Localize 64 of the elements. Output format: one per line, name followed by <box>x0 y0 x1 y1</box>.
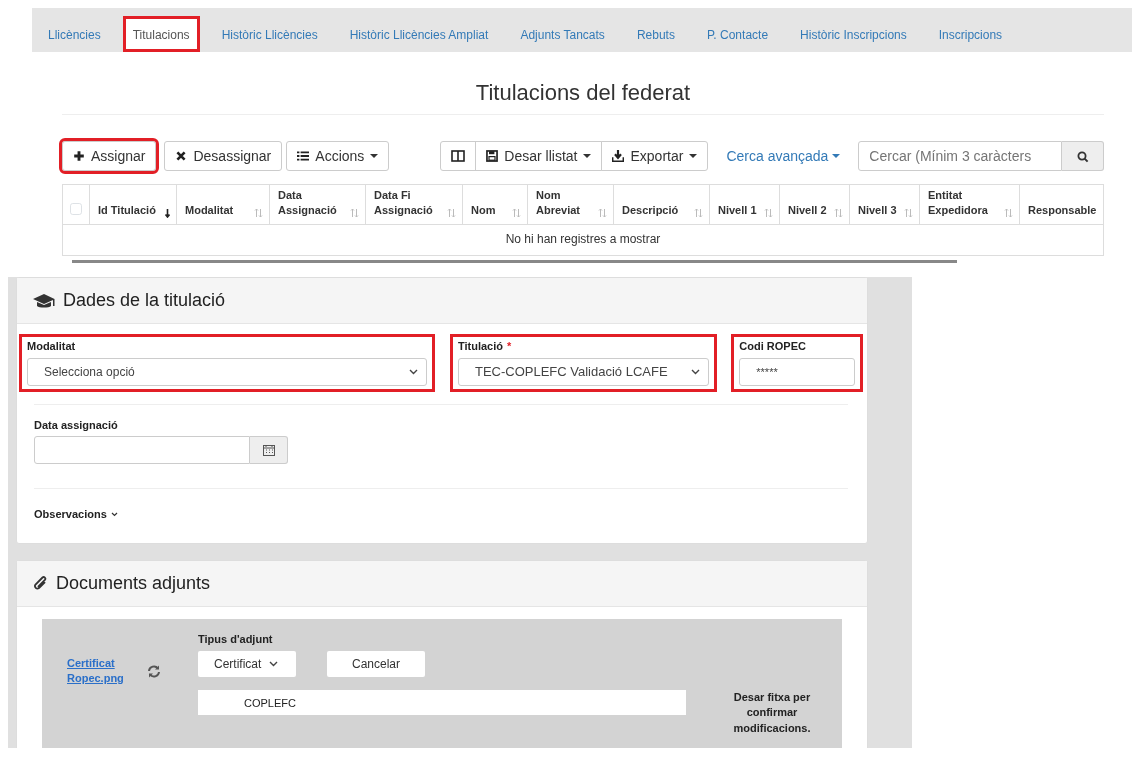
panel-title: Dades de la titulació <box>63 289 226 312</box>
plus-icon <box>73 150 85 163</box>
tab[interactable]: Històric Llicències Ampliat <box>339 16 499 52</box>
column-header[interactable]: Data Assignació <box>269 184 366 225</box>
chevron-down-icon <box>110 511 118 517</box>
tab[interactable]: Històric Inscripcions <box>790 16 917 52</box>
tab[interactable]: Llicències <box>38 16 111 52</box>
select-field[interactable]: TEC-COPLEFC Validació LCAFE <box>457 357 710 386</box>
tab[interactable]: Inscripcions <box>928 16 1013 52</box>
toolbar-button[interactable]: Desar llistat <box>475 141 603 172</box>
toolbar-button[interactable]: Desassignar <box>164 141 283 172</box>
close-icon <box>175 150 188 163</box>
field-label: Tipus d'adjunt <box>198 632 274 647</box>
chevron-down-icon <box>269 660 279 667</box>
cancel-button[interactable]: Cancelar <box>327 650 425 677</box>
column-header[interactable]: Nivell 1 <box>709 184 780 225</box>
download-icon <box>612 150 625 163</box>
field-label: Modalitat <box>27 339 77 354</box>
toolbar-button[interactable]: Exportar <box>601 141 709 172</box>
columns-icon <box>451 150 466 163</box>
column-header[interactable]: Nom <box>462 184 528 225</box>
input-field[interactable]: ***** <box>739 357 855 386</box>
toolbar-button[interactable]: Assignar <box>62 141 157 172</box>
column-header[interactable]: Nivell 3 <box>849 184 920 225</box>
field-label: Data assignació <box>34 417 119 433</box>
empty-table-message: No hi han registres a mostrar <box>62 224 1104 256</box>
list-icon <box>297 150 310 163</box>
field-label: Titulació * <box>457 339 513 354</box>
page-title: Titulacions del federat <box>62 80 1104 116</box>
tab[interactable]: Rebuts <box>626 16 685 52</box>
chevron-down-icon <box>691 368 701 375</box>
column-header[interactable]: Entitat Expedidora <box>919 184 1020 225</box>
column-header[interactable]: Nom Abreviat <box>527 184 614 225</box>
observations-toggle[interactable]: Observacions <box>34 506 118 523</box>
description-field[interactable]: COPLEFC <box>198 689 686 715</box>
attachment-type-select[interactable]: Certificat <box>198 650 296 677</box>
refresh-icon[interactable] <box>147 664 161 678</box>
column-header[interactable]: Data Fi Assignació <box>365 184 463 225</box>
select-field[interactable]: Selecciona opció <box>27 357 427 386</box>
toolbar-button[interactable]: Accions <box>286 141 390 172</box>
paperclip-icon <box>32 575 49 592</box>
column-header[interactable]: Nivell 2 <box>779 184 850 225</box>
column-header[interactable]: Descripció <box>613 184 710 225</box>
search-icon <box>1076 151 1089 164</box>
search-field[interactable]: Cercar (Mínim 3 caràcters <box>858 141 1062 172</box>
tab[interactable]: Històric Llicències <box>211 16 328 52</box>
tab[interactable]: Titulacions <box>122 16 200 52</box>
tab[interactable]: P. Contacte <box>696 16 779 52</box>
columns-button[interactable] <box>440 141 477 172</box>
select-all-checkbox[interactable] <box>70 203 82 216</box>
column-header[interactable]: Modalitat <box>176 184 270 225</box>
column-header[interactable]: Id Titulació <box>89 184 177 225</box>
tab[interactable]: Adjunts Tancats <box>510 16 615 52</box>
graduation-cap-icon <box>32 292 56 309</box>
advanced-search-link[interactable]: Cerca avançada <box>720 144 847 168</box>
date-field[interactable] <box>34 436 288 464</box>
column-header[interactable]: Responsable <box>1019 184 1104 225</box>
scrollbar[interactable] <box>72 260 957 264</box>
field-label: Codi ROPEC <box>739 339 807 354</box>
panel-title: Documents adjunts <box>56 572 211 595</box>
calendar-icon <box>262 444 275 456</box>
chevron-down-icon <box>408 368 418 375</box>
save-note: Desar fitxa per confirmar modificacions. <box>732 689 812 737</box>
search-button[interactable] <box>1062 141 1104 172</box>
